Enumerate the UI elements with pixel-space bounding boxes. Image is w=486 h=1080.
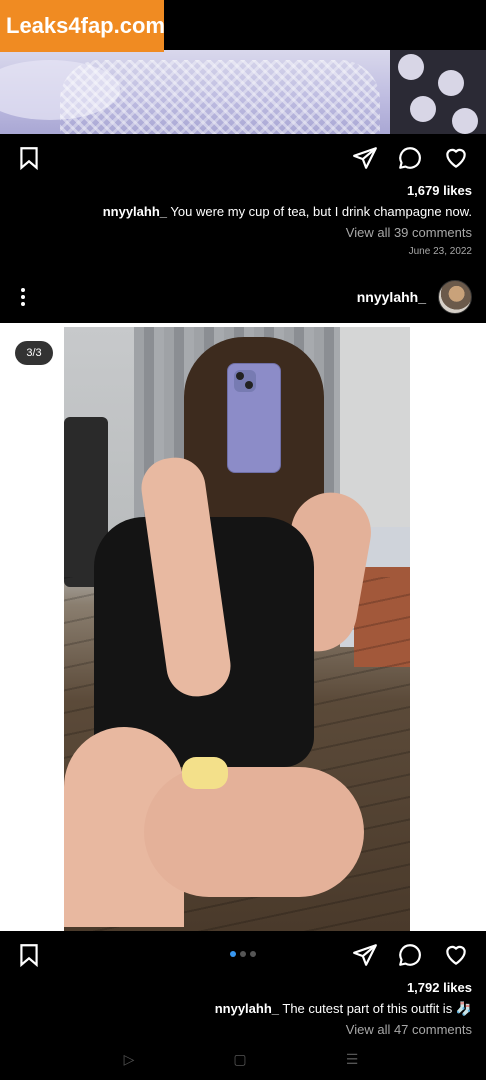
post-date: June 23, 2022 <box>408 246 472 257</box>
knee <box>144 767 364 897</box>
more-options-icon[interactable] <box>14 286 32 310</box>
view-comments-link[interactable]: View all 39 comments <box>346 225 472 240</box>
post-caption: nnyylahh_ The cutest part of this outfit… <box>215 1001 472 1017</box>
home-button[interactable]: ▢ <box>229 1048 251 1070</box>
caption-username[interactable]: nnyylahh_ <box>215 1001 279 1016</box>
system-navigation-bar: ▷ ▢ ☰ <box>0 1040 486 1080</box>
polka-dot-fabric <box>390 50 486 134</box>
share-icon[interactable] <box>352 145 378 171</box>
carousel-dot <box>230 951 236 957</box>
back-button[interactable]: ▷ <box>118 1048 140 1070</box>
comment-icon[interactable] <box>397 942 423 968</box>
carousel-counter: 3/3 <box>15 341 53 365</box>
heart-icon[interactable] <box>443 145 469 171</box>
post-photo-frame[interactable] <box>0 323 486 931</box>
heart-icon[interactable] <box>443 942 469 968</box>
carousel-indicator <box>230 951 256 957</box>
post-photo[interactable] <box>64 327 410 931</box>
likes-count[interactable]: 1,679 likes <box>407 183 472 198</box>
comment-icon[interactable] <box>397 145 423 171</box>
scrunchie <box>182 757 228 789</box>
watermark-logo: Leaks4fap.com <box>0 0 165 52</box>
recents-button[interactable]: ☰ <box>341 1048 363 1070</box>
bookmark-icon[interactable] <box>16 942 42 968</box>
likes-count[interactable]: 1,792 likes <box>407 980 472 995</box>
mesh-fabric <box>60 60 380 134</box>
share-icon[interactable] <box>352 942 378 968</box>
phone <box>227 363 281 473</box>
view-comments-link[interactable]: View all 47 comments <box>346 1022 472 1037</box>
caption-text: The cutest part of this outfit is 🧦 <box>282 1001 472 1016</box>
caption-text: You were my cup of tea, but I drink cham… <box>170 204 472 219</box>
caption-username[interactable]: nnyylahh_ <box>103 204 167 219</box>
avatar[interactable] <box>438 280 472 314</box>
bookmark-icon[interactable] <box>16 145 42 171</box>
previous-post-image[interactable] <box>0 50 486 134</box>
post-caption: nnyylahh_ You were my cup of tea, but I … <box>103 204 472 219</box>
carousel-dot <box>240 951 246 957</box>
post-username[interactable]: nnyylahh_ <box>357 289 426 305</box>
post-header: nnyylahh_ <box>0 274 486 322</box>
carousel-dot <box>250 951 256 957</box>
